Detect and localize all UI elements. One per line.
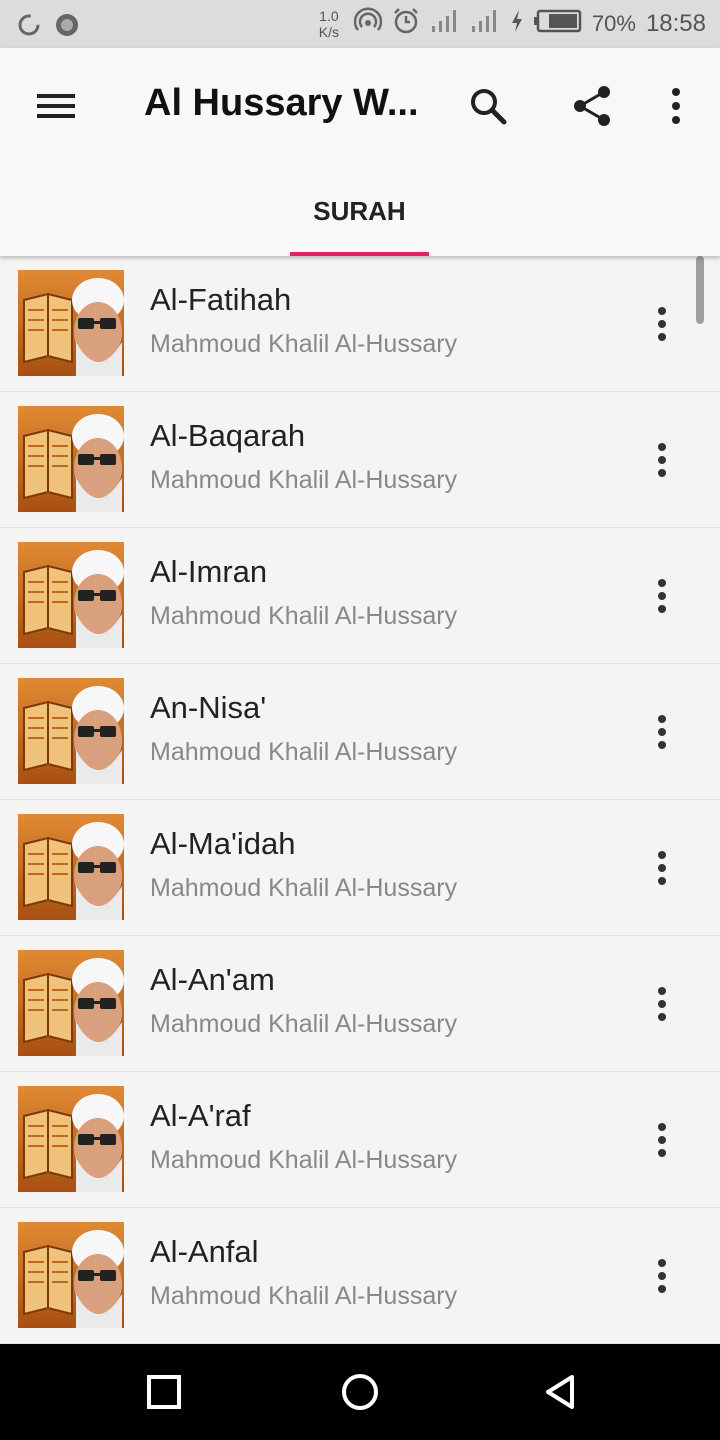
reciter-thumbnail — [18, 950, 124, 1056]
surah-name: Al-An'am — [150, 962, 275, 997]
sync-icon — [16, 12, 42, 43]
more-vert-icon — [658, 1259, 666, 1293]
reciter-name: Mahmoud Khalil Al-Hussary — [150, 466, 458, 494]
navigation-bar — [0, 1344, 720, 1440]
signal-icon-2 — [470, 8, 500, 40]
list-item[interactable]: An-Nisa' Mahmoud Khalil Al-Hussary — [0, 664, 720, 800]
charging-icon — [510, 9, 524, 39]
share-icon — [574, 86, 610, 126]
scrollbar[interactable] — [696, 256, 704, 324]
recents-icon — [147, 1375, 181, 1409]
tab-surah[interactable]: SURAH — [290, 172, 429, 256]
item-more-button[interactable] — [640, 976, 684, 1032]
list-item[interactable]: Al-Ma'idah Mahmoud Khalil Al-Hussary — [0, 800, 720, 936]
reciter-thumbnail — [18, 678, 124, 784]
reciter-thumbnail — [18, 406, 124, 512]
surah-name: Al-A'raf — [150, 1098, 251, 1133]
surah-name: Al-Anfal — [150, 1234, 259, 1269]
reciter-thumbnail — [18, 814, 124, 920]
list-item[interactable]: Al-Baqarah Mahmoud Khalil Al-Hussary — [0, 392, 720, 528]
list-item[interactable]: Al-Fatihah Mahmoud Khalil Al-Hussary — [0, 256, 720, 392]
list-item[interactable]: Al-Imran Mahmoud Khalil Al-Hussary — [0, 528, 720, 664]
search-button[interactable] — [462, 80, 514, 132]
more-vert-icon — [658, 715, 666, 749]
clock: 18:58 — [645, 10, 706, 37]
back-icon — [546, 1375, 574, 1409]
more-vert-icon — [672, 88, 680, 124]
item-more-button[interactable] — [640, 568, 684, 624]
more-vert-icon — [658, 1123, 666, 1157]
menu-button[interactable] — [36, 86, 76, 126]
home-icon — [342, 1374, 378, 1410]
more-vert-icon — [658, 579, 666, 613]
item-more-button[interactable] — [640, 1112, 684, 1168]
tab-label: SURAH — [313, 196, 406, 226]
item-more-button[interactable] — [640, 840, 684, 896]
search-icon — [471, 89, 507, 125]
share-button[interactable] — [566, 80, 618, 132]
more-vert-icon — [658, 987, 666, 1021]
record-icon — [54, 12, 80, 43]
reciter-name: Mahmoud Khalil Al-Hussary — [150, 1282, 458, 1310]
tab-indicator — [290, 252, 429, 256]
status-bar: 1.0 K/s 70% 18:58 — [0, 0, 720, 48]
home-button[interactable] — [336, 1368, 384, 1416]
page-title: Al Hussary W... — [144, 82, 419, 124]
more-options-button[interactable] — [650, 80, 702, 132]
alarm-icon — [392, 7, 420, 41]
surah-name: Al-Ma'idah — [150, 826, 296, 861]
menu-icon — [37, 94, 75, 118]
back-button[interactable] — [536, 1368, 584, 1416]
reciter-name: Mahmoud Khalil Al-Hussary — [150, 874, 458, 902]
surah-name: Al-Imran — [150, 554, 268, 589]
reciter-name: Mahmoud Khalil Al-Hussary — [150, 330, 458, 358]
app-bar: Al Hussary W... SURAH — [0, 48, 720, 256]
item-more-button[interactable] — [640, 704, 684, 760]
battery-icon — [533, 9, 582, 39]
reciter-thumbnail — [18, 1086, 124, 1192]
battery-percent: 70% — [591, 11, 636, 36]
recents-button[interactable] — [140, 1368, 188, 1416]
surah-name: An-Nisa' — [150, 690, 267, 725]
reciter-thumbnail — [18, 542, 124, 648]
signal-icon — [430, 8, 460, 40]
item-more-button[interactable] — [640, 296, 684, 352]
hotspot-icon — [353, 7, 383, 41]
more-vert-icon — [658, 851, 666, 885]
more-vert-icon — [658, 307, 666, 341]
more-vert-icon — [658, 443, 666, 477]
item-more-button[interactable] — [640, 1248, 684, 1304]
list-item[interactable]: Al-An'am Mahmoud Khalil Al-Hussary — [0, 936, 720, 1072]
surah-list[interactable]: Al-Fatihah Mahmoud Khalil Al-Hussary Al-Ba… — [0, 256, 720, 1344]
reciter-name: Mahmoud Khalil Al-Hussary — [150, 602, 458, 630]
surah-name: Al-Baqarah — [150, 418, 306, 453]
surah-name: Al-Fatihah — [150, 282, 292, 317]
reciter-name: Mahmoud Khalil Al-Hussary — [150, 1146, 458, 1174]
reciter-name: Mahmoud Khalil Al-Hussary — [150, 1010, 458, 1038]
list-item[interactable]: Al-Anfal Mahmoud Khalil Al-Hussary — [0, 1208, 720, 1344]
reciter-thumbnail — [18, 270, 124, 376]
item-more-button[interactable] — [640, 432, 684, 488]
network-speed: 1.0 K/s — [318, 8, 339, 40]
reciter-thumbnail — [18, 1222, 124, 1328]
list-item[interactable]: Al-A'raf Mahmoud Khalil Al-Hussary — [0, 1072, 720, 1208]
reciter-name: Mahmoud Khalil Al-Hussary — [150, 738, 458, 766]
